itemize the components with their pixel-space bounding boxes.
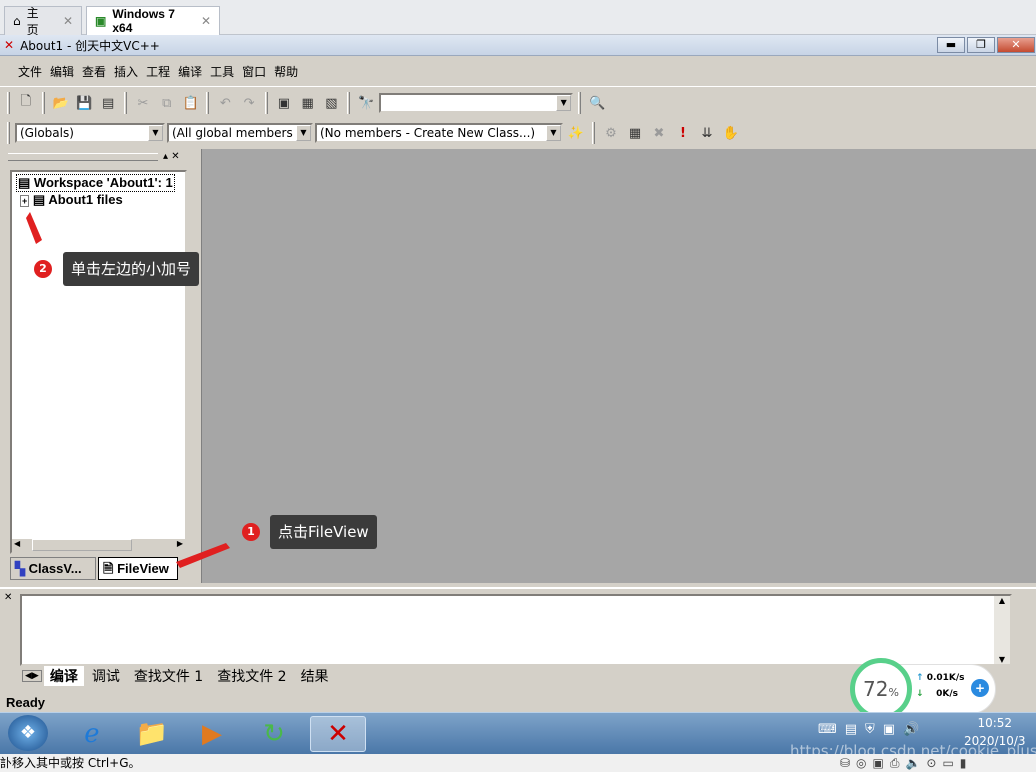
annotation-number: 1 <box>242 523 260 541</box>
scroll-left-icon[interactable]: ◀▶ <box>22 670 42 682</box>
plus-icon[interactable]: + <box>971 679 989 697</box>
tab-debug[interactable]: 调试 <box>86 666 126 686</box>
vc-taskbar-icon[interactable]: ✕ <box>310 716 366 752</box>
start-button[interactable]: ❖ <box>8 715 48 751</box>
vm-status-icons[interactable]: ⛁◎▣⎙🔈⊙▭▮ <box>840 756 972 771</box>
tab-find2[interactable]: 查找文件 2 <box>211 666 292 686</box>
tab-results[interactable]: 结果 <box>295 666 335 686</box>
annotation-callout: 单击左边的小加号 <box>63 252 200 286</box>
app-green-icon[interactable]: ↻ <box>246 716 302 752</box>
output-close-icon[interactable]: ✕ <box>4 592 12 603</box>
output-text-area: ▲ ▼ <box>20 594 1012 666</box>
explorer-icon[interactable]: 📁 <box>124 716 180 752</box>
tray-icons[interactable]: ⌨▤⛨▣🔊 <box>818 722 927 737</box>
ie-icon[interactable]: ℯ <box>64 716 120 752</box>
upload-speed: ↑ 0.01K/s <box>916 673 965 683</box>
tab-build[interactable]: 编译 <box>43 666 84 686</box>
tab-find1[interactable]: 查找文件 1 <box>128 666 209 686</box>
vertical-scrollbar[interactable]: ▲ ▼ <box>994 596 1010 664</box>
download-speed: ↓ 0K/s <box>916 689 958 699</box>
annotation-number: 2 <box>34 260 52 278</box>
media-player-icon[interactable]: ▶ <box>184 716 240 752</box>
memory-gauge[interactable]: 72% <box>850 658 912 720</box>
annotation-callout: 点击FileView <box>270 515 377 549</box>
